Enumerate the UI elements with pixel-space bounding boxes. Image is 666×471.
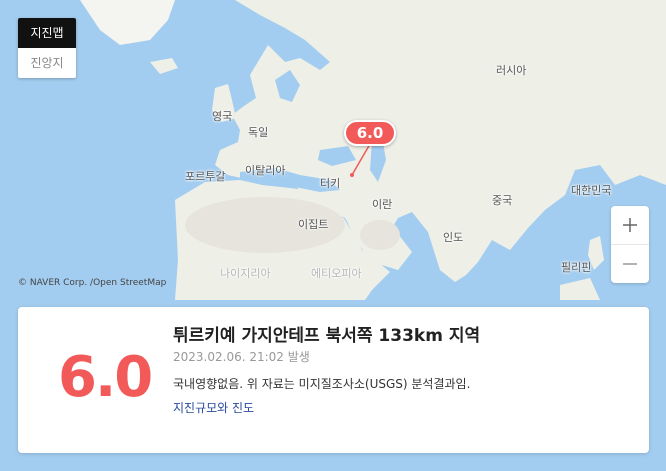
minus-icon [623, 263, 637, 265]
epicenter-marker[interactable]: 6.0 [344, 120, 396, 146]
zoom-out-button[interactable] [611, 244, 649, 283]
magnitude-intensity-link[interactable]: 지진규모와 진도 [173, 399, 254, 416]
zoom-in-button[interactable] [611, 206, 649, 244]
map-label-korea: 대한민국 [571, 184, 612, 197]
map-label-ethiopia: 에티오피아 [311, 267, 362, 280]
map-label-uk: 영국 [212, 110, 233, 123]
tab-quake-map[interactable]: 지진맵 [18, 18, 76, 48]
map-label-iran: 이란 [372, 198, 393, 211]
arabian-desert [360, 220, 400, 250]
map-label-turkey: 터키 [320, 177, 341, 190]
map-label-germany: 독일 [248, 126, 269, 139]
plus-icon [623, 218, 637, 232]
map-label-portugal: 포르투갈 [185, 170, 226, 183]
quake-note: 국내영향없음. 위 자료는 미지질조사소(USGS) 분석결과임. [173, 377, 471, 391]
map-attribution: © NAVER Corp. /Open StreetMap [18, 278, 167, 288]
quake-time: 2023.02.06. 21:02 발생 [173, 350, 310, 364]
map-label-italy: 이탈리아 [245, 164, 286, 177]
quake-info-card: 6.0 튀르키예 가지안테프 북서쪽 133km 지역 2023.02.06. … [18, 307, 649, 453]
epicenter-dot [350, 173, 354, 177]
map-label-russia: 러시아 [496, 64, 527, 77]
tab-epicenter[interactable]: 진앙지 [18, 48, 76, 78]
map-label-philippines: 필리핀 [561, 261, 592, 274]
map-label-egypt: 이집트 [298, 218, 329, 231]
zoom-controls [611, 206, 649, 283]
quake-location: 튀르키예 가지안테프 북서쪽 133km 지역 [173, 326, 481, 346]
map-mode-tabs: 지진맵 진앙지 [18, 18, 76, 78]
map-label-nigeria: 나이지리아 [220, 267, 271, 280]
map-label-india: 인도 [443, 231, 464, 244]
map-label-china: 중국 [492, 194, 513, 207]
magnitude-value: 6.0 [58, 345, 153, 410]
